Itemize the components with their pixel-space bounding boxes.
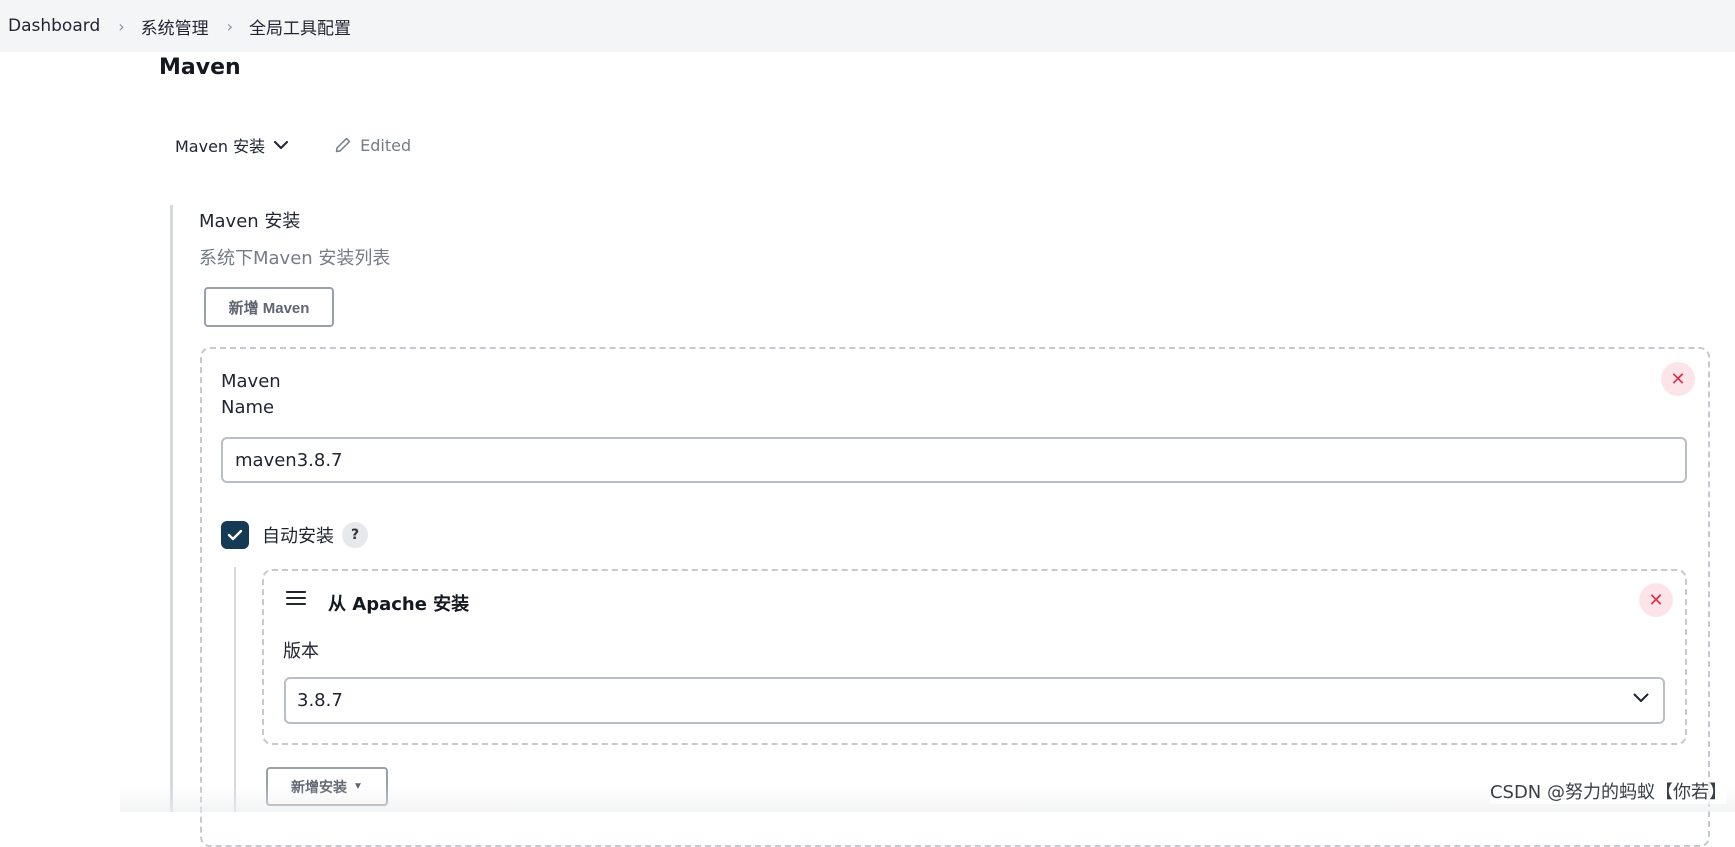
version-selected-value: 3.8.7 (297, 690, 343, 711)
drag-handle-icon[interactable] (286, 591, 306, 609)
version-select[interactable]: 3.8.7 (284, 677, 1665, 724)
maven-name-input[interactable] (221, 437, 1687, 483)
add-installer-label: 新增安装 (291, 778, 348, 795)
section-divider (170, 205, 173, 812)
tab-row: Maven 安装 Edited (175, 133, 411, 157)
check-icon (227, 529, 243, 541)
close-icon: ✕ (1670, 368, 1686, 390)
section-description: 系统下Maven 安装列表 (199, 248, 391, 269)
close-icon: ✕ (1648, 589, 1664, 611)
chevron-down-icon (274, 140, 289, 149)
breadcrumb: Dashboard › 系统管理 › 全局工具配置 (0, 0, 1735, 52)
auto-install-label: 自动安装 (262, 526, 334, 547)
installer-title: 从 Apache 安装 (328, 594, 470, 615)
remove-installer-button[interactable]: ✕ (1639, 583, 1673, 617)
help-button[interactable]: ? (342, 522, 368, 548)
chevron-right-icon: › (118, 16, 125, 36)
breadcrumb-global-tool-config[interactable]: 全局工具配置 (249, 14, 351, 39)
edited-indicator: Edited (334, 136, 411, 155)
section-title: Maven 安装 (199, 211, 301, 232)
remove-installation-button[interactable]: ✕ (1661, 362, 1695, 396)
edited-label: Edited (360, 135, 412, 155)
chevron-down-icon (1633, 693, 1649, 702)
caret-down-icon: ▼ (353, 781, 363, 792)
add-installer-button[interactable]: 新增安装 ▼ (266, 767, 388, 806)
installer-divider (234, 567, 236, 812)
pencil-icon (335, 137, 351, 153)
maven-install-dropdown[interactable]: Maven 安装 (175, 133, 289, 157)
page-title: Maven (159, 55, 241, 80)
breadcrumb-dashboard[interactable]: Dashboard (8, 16, 100, 36)
name-label: Name (221, 397, 275, 418)
auto-install-checkbox[interactable] (221, 521, 249, 549)
add-maven-button[interactable]: 新增 Maven (204, 287, 334, 327)
watermark: CSDN @努力的蚂蚁【你若】 (1489, 778, 1727, 804)
maven-label: Maven (221, 371, 281, 392)
breadcrumb-system-management[interactable]: 系统管理 (141, 14, 209, 39)
chevron-right-icon: › (226, 16, 234, 36)
maven-install-tab-label: Maven 安装 (175, 137, 266, 156)
version-label: 版本 (283, 641, 319, 662)
